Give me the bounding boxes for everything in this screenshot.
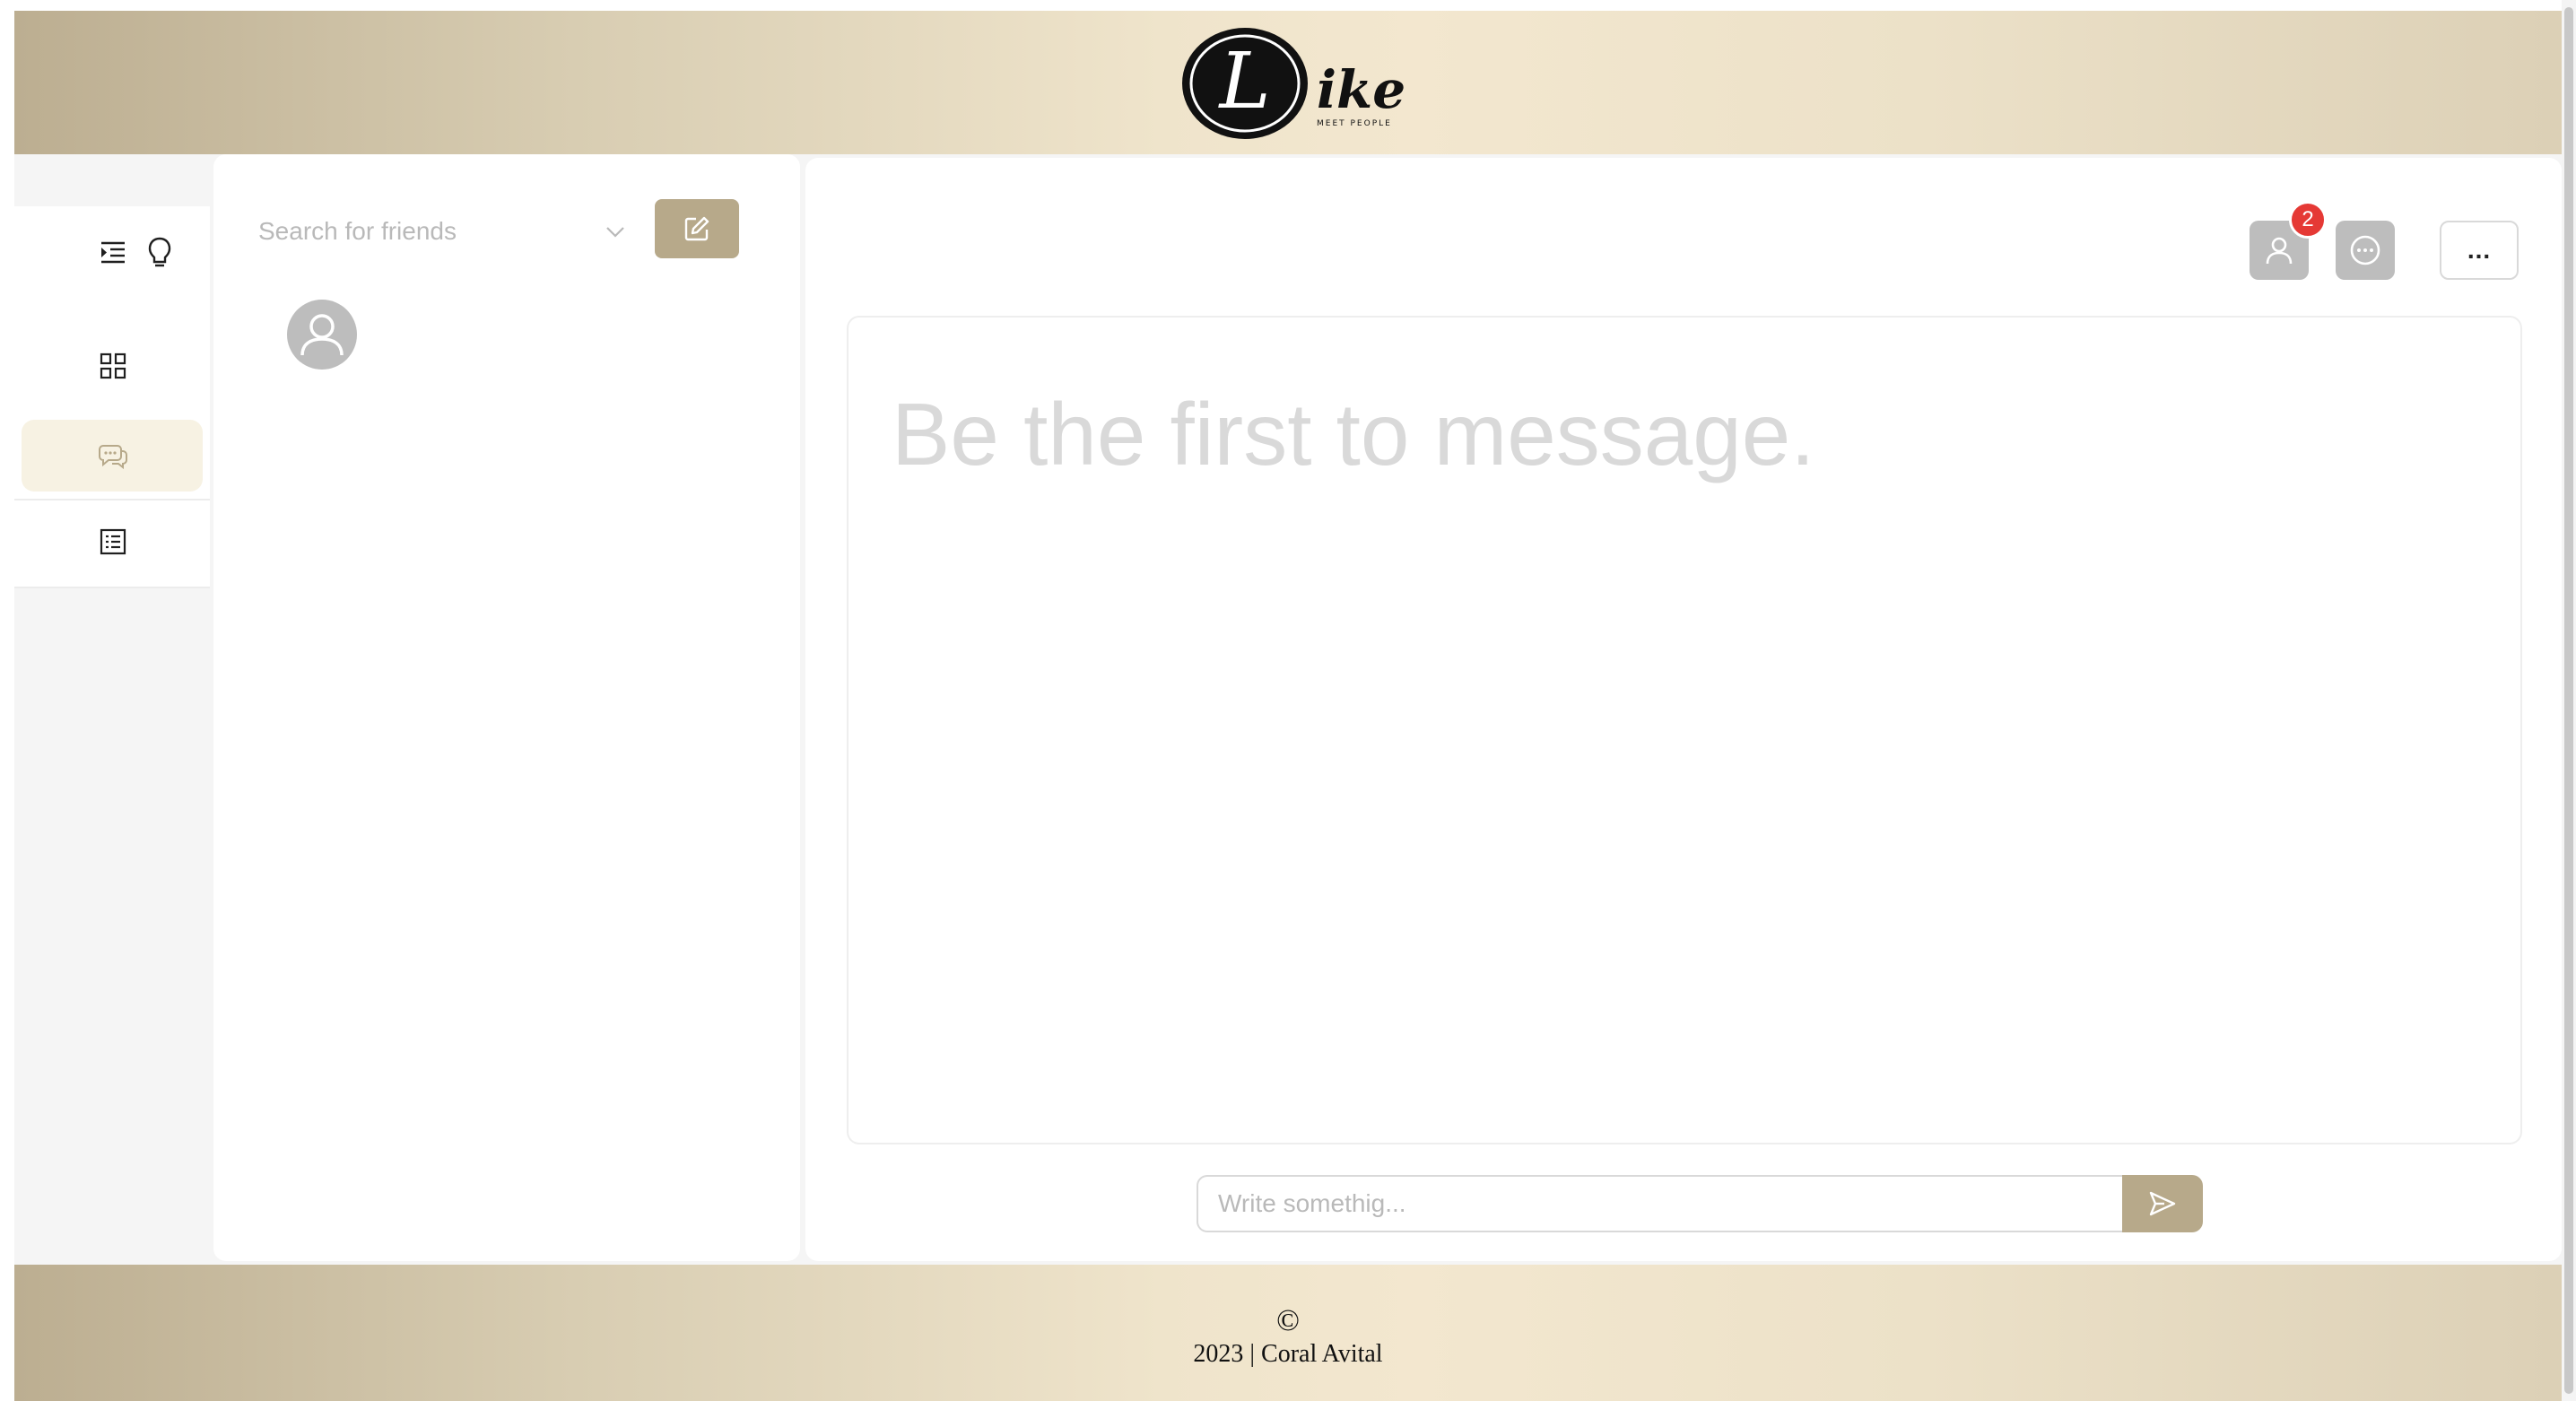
- message-input[interactable]: [1197, 1175, 2122, 1232]
- friend-requests-button[interactable]: 2: [2250, 201, 2327, 280]
- copyright-symbol: ©: [1276, 1304, 1300, 1337]
- chat-panel: 2 ... Be the first to message.: [805, 158, 2562, 1261]
- user-icon: [300, 314, 344, 356]
- sidebar-item-list[interactable]: [88, 517, 138, 567]
- grid-icon: [100, 352, 126, 379]
- footer-text: 2023 | Coral Avital: [1193, 1340, 1383, 1368]
- indent-icon: [101, 241, 125, 264]
- sidebar-item-dashboard[interactable]: [88, 341, 138, 391]
- chevron-down-icon[interactable]: [605, 221, 626, 242]
- logo-letter: L: [1217, 37, 1270, 126]
- messages-button[interactable]: [2336, 221, 2395, 280]
- friend-search[interactable]: [257, 203, 642, 260]
- theme-toggle-button[interactable]: [140, 231, 179, 274]
- logo[interactable]: L ike U MEET PEOPLE: [1180, 25, 1472, 142]
- message-composer: [1197, 1175, 2203, 1232]
- empty-chat-message: Be the first to message.: [892, 385, 1815, 483]
- lightbulb-icon: [148, 237, 171, 267]
- edit-icon: [684, 216, 709, 241]
- sidebar-divider: [14, 499, 210, 500]
- sidebar-collapse-button[interactable]: [93, 233, 133, 273]
- logo-word: ike U: [1317, 59, 1423, 120]
- friend-avatar[interactable]: [287, 300, 357, 370]
- message-area: Be the first to message.: [847, 316, 2522, 1144]
- logo-tagline: MEET PEOPLE: [1317, 119, 1392, 128]
- list-icon: [100, 528, 126, 555]
- more-options-button[interactable]: ...: [2440, 221, 2519, 280]
- friends-panel: [213, 154, 800, 1261]
- app-frame: L ike U MEET PEOPLE: [14, 11, 2562, 1401]
- new-chat-button[interactable]: [655, 199, 739, 258]
- chat-actions: 2 ...: [2250, 201, 2519, 280]
- chat-icon: [99, 445, 127, 469]
- scrollbar-thumb[interactable]: [2564, 7, 2573, 1394]
- chat-bubble-icon: [2350, 235, 2380, 265]
- footer: © 2023 | Coral Avital: [14, 1265, 2562, 1401]
- send-icon: [2149, 1191, 2176, 1216]
- send-button[interactable]: [2122, 1175, 2203, 1232]
- friend-search-input[interactable]: [257, 203, 597, 260]
- header: L ike U MEET PEOPLE: [14, 11, 2562, 154]
- sidebar-item-chat[interactable]: [88, 431, 138, 481]
- user-icon: [2266, 237, 2293, 265]
- notification-badge: 2: [2289, 201, 2327, 239]
- sidebar-divider-bottom: [14, 587, 210, 588]
- sidebar: [14, 206, 210, 588]
